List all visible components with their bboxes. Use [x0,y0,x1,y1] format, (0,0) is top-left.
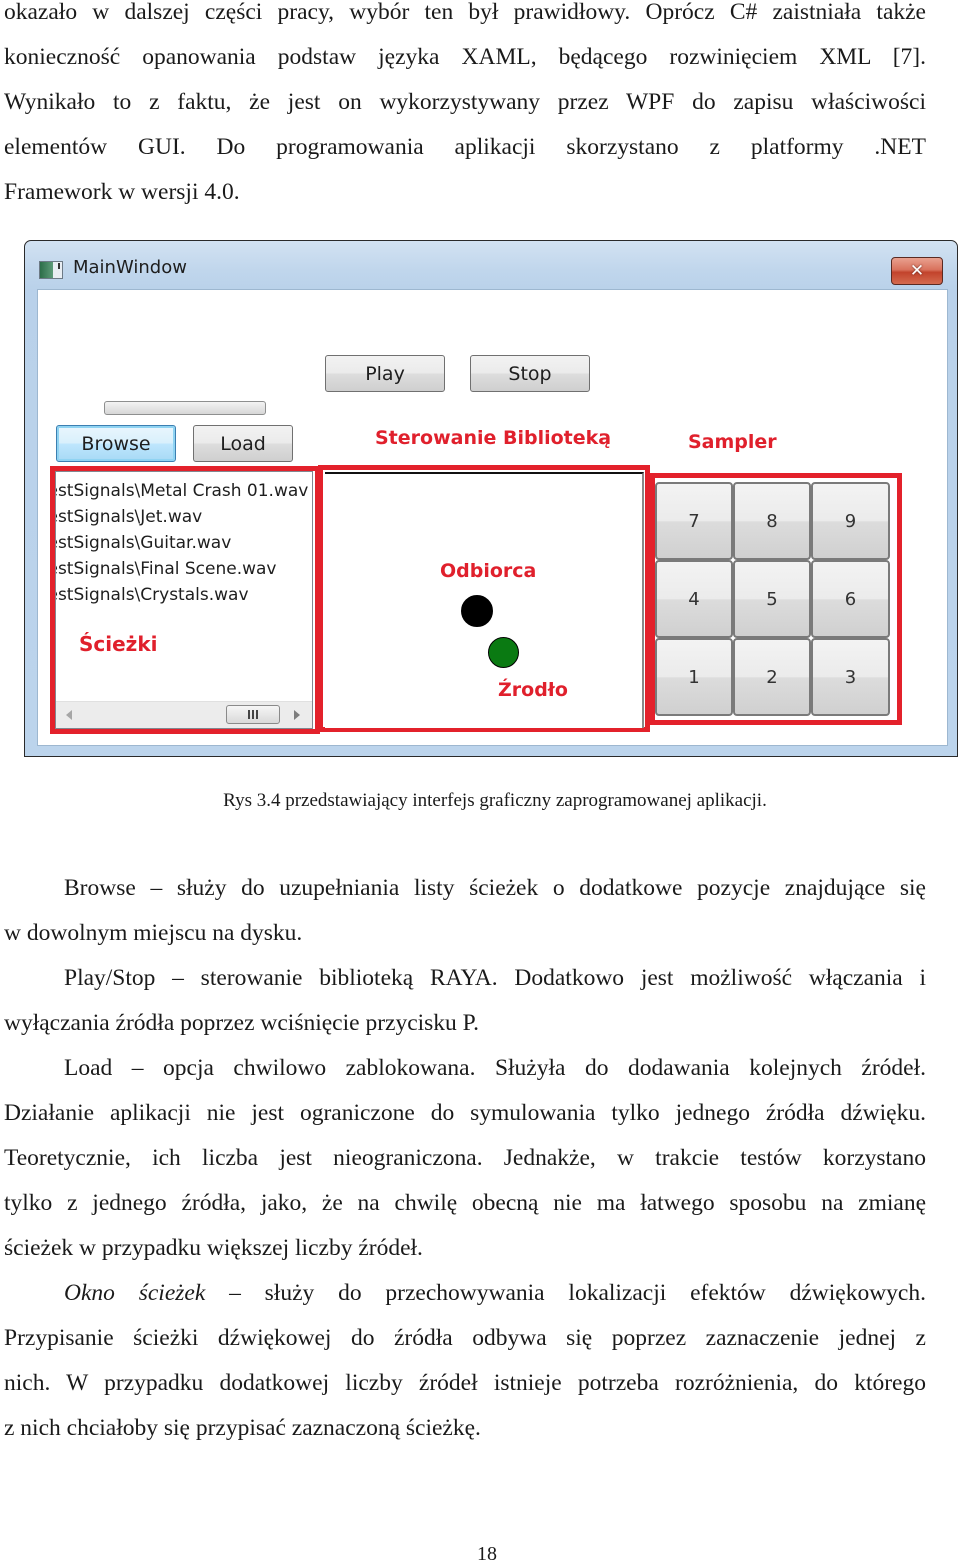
body-text-line: wyłączania źródła poprzez wciśnięcie prz… [4,1010,480,1036]
body-text-line: Przypisanie ścieżki dźwiękowej do źródła… [4,1325,926,1351]
browse-button[interactable]: Browse [56,425,176,462]
sampler-pad-9[interactable]: 9 [811,482,890,560]
horizontal-scrollbar[interactable] [56,701,312,728]
window-titlebar: MainWindow ✕ [25,241,957,289]
body-text-line: Browse – służy do uzupełniania listy ści… [64,875,926,901]
body-text-line: Okno ścieżek – służy do przechowywania l… [64,1279,926,1307]
progress-bar [104,401,266,415]
sampler-pad-7[interactable]: 7 [655,482,733,560]
sampler-pad-4[interactable]: 4 [655,560,733,638]
body-text-line: Framework w wersji 4.0. [4,179,240,205]
list-item[interactable]: TestSignals\Final Scene.wav [56,556,308,582]
body-text-line: Działanie aplikacji nie jest ograniczone… [4,1100,926,1126]
list-item[interactable]: TestSignals\Guitar.wav [56,530,308,556]
paths-label: Ścieżki [79,632,158,656]
scroll-right-arrow-icon[interactable] [294,710,300,720]
body-text-line: w dowolnym miejscu na dysku. [4,920,303,946]
sampler-pad-6[interactable]: 6 [811,560,890,638]
sampler-pad-8[interactable]: 8 [733,482,811,560]
body-text-line: ścieżek w przypadku większej liczby źród… [4,1235,423,1261]
close-icon: ✕ [909,261,925,281]
scroll-left-arrow-icon[interactable] [66,710,72,720]
source-label: Źrodło [498,679,568,701]
figure-caption: Rys 3.4 przedstawiający interfejs grafic… [223,790,767,811]
body-text-line: Wynikało to z faktu, że jest on wykorzys… [4,89,926,115]
body-text-line: konieczność opanowania podstaw języka XA… [4,44,926,70]
page-number: 18 [477,1543,497,1565]
term-okno-sciezek: Okno ścieżek [64,1280,206,1306]
body-text-line: nich. W przypadku dodatkowej liczby źród… [4,1370,926,1396]
paths-listbox[interactable]: TestSignals\Metal Crash 01.wav TestSigna… [55,471,313,729]
control-section-label: Sterowanie Biblioteką [375,427,612,449]
body-text-line: Play/Stop – sterowanie biblioteką RAYA. … [64,965,926,991]
receiver-label: Odbiorca [440,560,537,582]
sampler-pad-1[interactable]: 1 [655,638,733,716]
window-title: MainWindow [73,257,187,278]
body-text-fragment: – służy do przechowywania lokalizacji ef… [205,1280,926,1306]
close-button[interactable]: ✕ [891,257,943,285]
sampler-pad-5[interactable]: 5 [733,560,811,638]
list-item[interactable]: TestSignals\Metal Crash 01.wav [56,478,308,504]
scrollbar-thumb[interactable] [226,705,280,724]
body-text-line: Teoretycznie, ich liczba jest nieogranic… [4,1145,926,1171]
list-item[interactable]: TestSignals\Crystals.wav [56,582,308,608]
body-text-line: z nich chciałoby się przypisać zaznaczon… [4,1415,481,1441]
paths-list: TestSignals\Metal Crash 01.wav TestSigna… [56,478,308,608]
sampler-section-label: Sampler [688,431,777,453]
list-item[interactable]: TestSignals\Jet.wav [56,504,308,530]
play-button[interactable]: Play [325,355,445,392]
stop-button[interactable]: Stop [470,355,590,392]
body-text-line: tylko z jednego źródła, jako, że na chwi… [4,1190,926,1216]
sampler-pad-2[interactable]: 2 [733,638,811,716]
receiver-dot[interactable] [461,595,493,627]
source-dot[interactable] [488,637,519,668]
load-button[interactable]: Load [193,425,293,462]
app-window-icon [39,261,63,279]
body-text-line: elementów GUI. Do programowania aplikacj… [4,134,926,160]
body-text-line: okazało w dalszej części pracy, wybór te… [4,0,926,25]
body-text-line: Load – opcja chwilowo zablokowana. Służy… [64,1055,926,1081]
sampler-pad-3[interactable]: 3 [811,638,890,716]
